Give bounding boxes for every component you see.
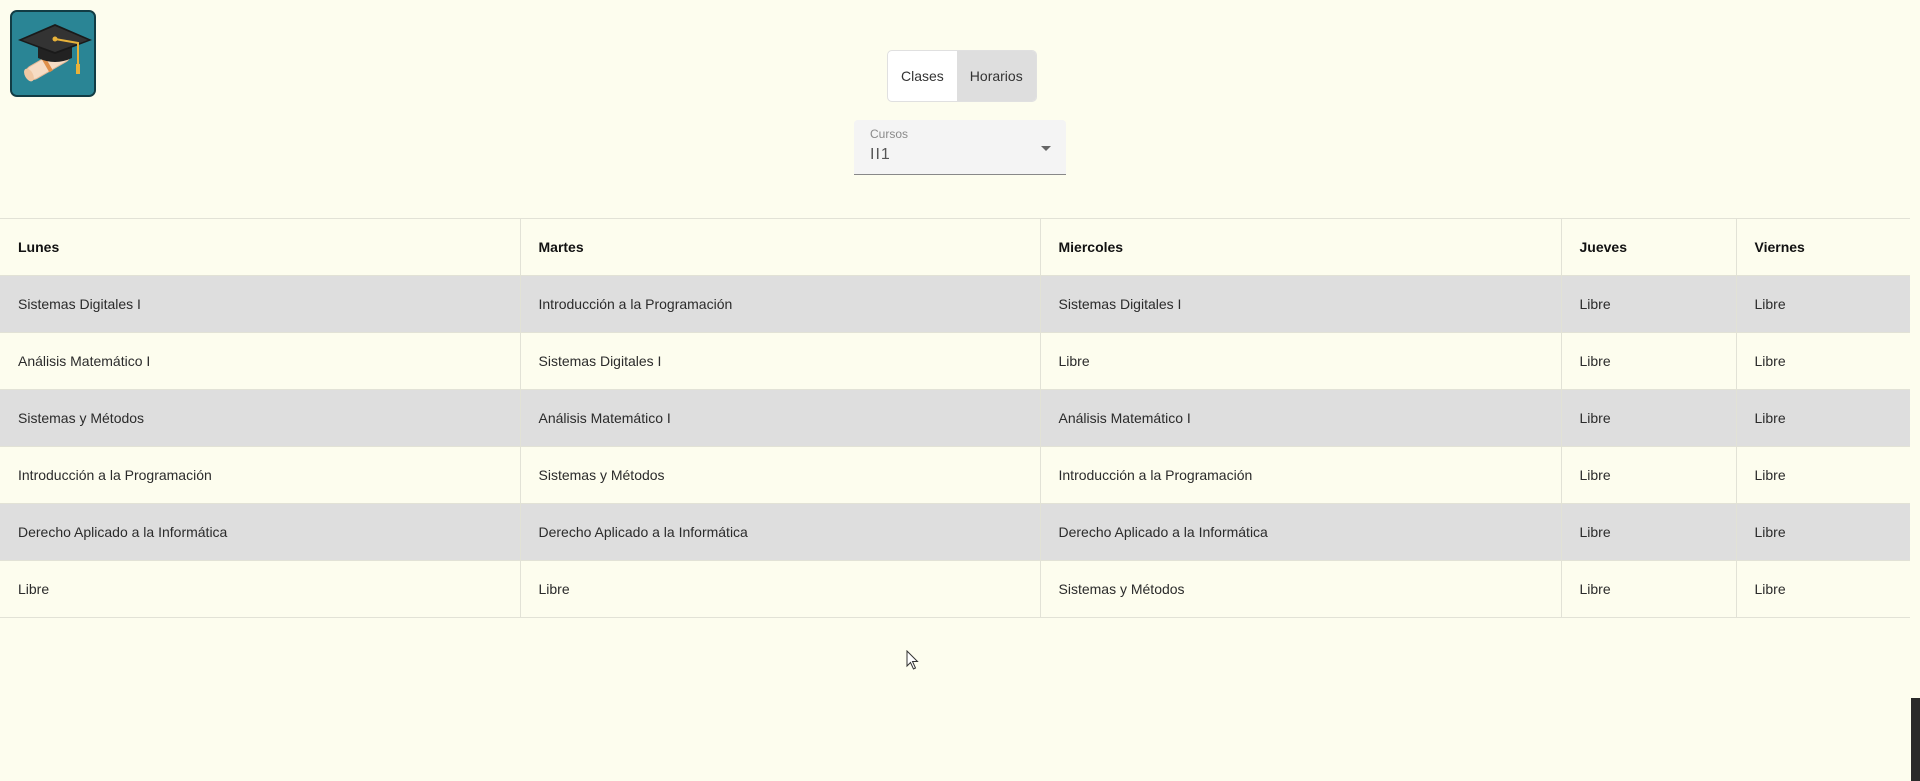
table-row: Sistemas Digitales I Introducción a la P… (0, 275, 1910, 333)
table-row: Introducción a la Programación Sistemas … (0, 446, 1910, 504)
app-logo[interactable] (10, 10, 96, 97)
table-cell: Libre (1736, 446, 1910, 504)
table-cell: Derecho Aplicado a la Informática (520, 503, 1041, 561)
table-cell: Introducción a la Programación (1040, 446, 1562, 504)
table-cell: Libre (1561, 275, 1737, 333)
mouse-pointer-icon (906, 649, 920, 675)
course-select-label: Cursos (870, 127, 909, 141)
table-cell: Análisis Matemático I (520, 389, 1041, 447)
table-cell: Sistemas y Métodos (520, 446, 1041, 504)
table-cell: Sistemas y Métodos (0, 389, 521, 447)
table-cell: Análisis Matemático I (0, 332, 521, 390)
table-cell: Libre (1736, 560, 1910, 618)
table-cell: Libre (1736, 389, 1910, 447)
schedule-table: Lunes Martes Miercoles Jueves Viernes Si… (0, 218, 1910, 618)
table-row: Análisis Matemático I Sistemas Digitales… (0, 332, 1910, 390)
table-cell: Libre (1736, 275, 1910, 333)
course-select-value: II1 (870, 146, 891, 163)
clases-toggle-button[interactable]: Clases (888, 51, 957, 101)
table-cell: Sistemas Digitales I (0, 275, 521, 333)
table-cell: Libre (1561, 560, 1737, 618)
header-miercoles: Miercoles (1040, 218, 1562, 276)
table-cell: Libre (1561, 332, 1737, 390)
table-cell: Sistemas Digitales I (1040, 275, 1562, 333)
header-martes: Martes (520, 218, 1041, 276)
graduation-cap-diploma-icon (12, 12, 94, 95)
table-cell: Sistemas y Métodos (1040, 560, 1562, 618)
table-cell: Sistemas Digitales I (520, 332, 1041, 390)
table-cell: Introducción a la Programación (0, 446, 521, 504)
scrollbar-thumb[interactable] (1911, 698, 1920, 781)
table-cell: Libre (1736, 332, 1910, 390)
view-toggle-group: Clases Horarios (887, 50, 1037, 102)
horarios-toggle-button[interactable]: Horarios (956, 51, 1036, 101)
caret-down-icon (1041, 146, 1051, 151)
table-cell: Análisis Matemático I (1040, 389, 1562, 447)
table-cell: Libre (1561, 503, 1737, 561)
table-cell: Derecho Aplicado a la Informática (1040, 503, 1562, 561)
table-cell: Derecho Aplicado a la Informática (0, 503, 521, 561)
header-jueves: Jueves (1561, 218, 1737, 276)
table-row: Derecho Aplicado a la Informática Derech… (0, 503, 1910, 561)
table-row: Sistemas y Métodos Análisis Matemático I… (0, 389, 1910, 447)
table-header-row: Lunes Martes Miercoles Jueves Viernes (0, 218, 1910, 276)
header-lunes: Lunes (0, 218, 521, 276)
header-viernes: Viernes (1736, 218, 1910, 276)
table-row: Libre Libre Sistemas y Métodos Libre Lib… (0, 560, 1910, 618)
table-cell: Introducción a la Programación (520, 275, 1041, 333)
table-cell: Libre (1561, 446, 1737, 504)
table-cell: Libre (1561, 389, 1737, 447)
table-cell: Libre (1040, 332, 1562, 390)
table-cell: Libre (1736, 503, 1910, 561)
table-cell: Libre (520, 560, 1041, 618)
course-select[interactable]: Cursos II1 (854, 120, 1066, 175)
table-cell: Libre (0, 560, 521, 618)
